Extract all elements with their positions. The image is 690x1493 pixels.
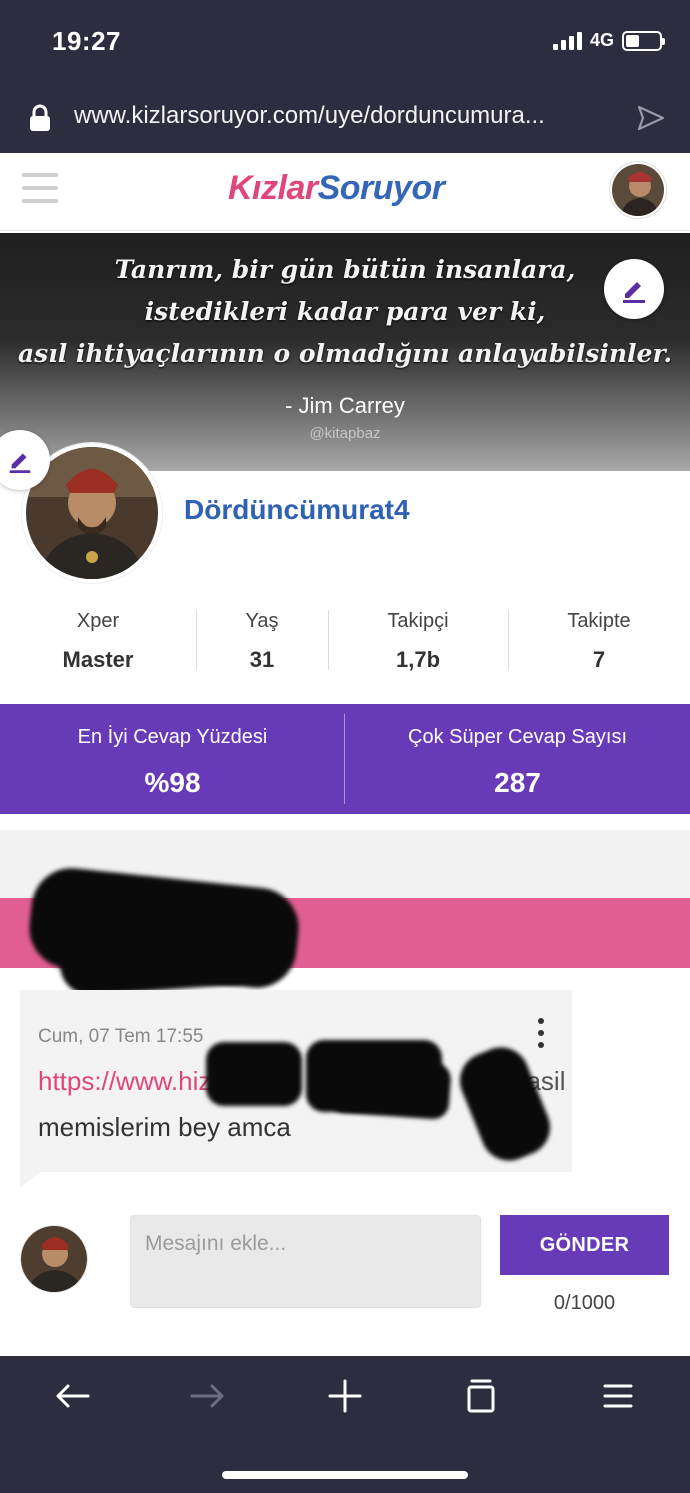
message-time: Cum, 07 Tem 17:55 — [38, 1026, 204, 1047]
divider — [344, 714, 345, 804]
char-counter: 0/1000 — [553, 1292, 616, 1314]
divider — [328, 610, 329, 670]
stat-label: Takipçi — [387, 610, 449, 632]
logo-part1: Kızlar — [228, 169, 318, 207]
stat-xper: Xper Master — [0, 606, 196, 672]
message-input[interactable] — [130, 1215, 481, 1308]
divider — [508, 610, 509, 670]
battery-icon — [622, 30, 665, 51]
redaction-scribble — [328, 1055, 452, 1121]
signal-icon — [552, 31, 582, 50]
highlight-value: 287 — [494, 767, 541, 798]
cover-handle: @kitapbaz — [309, 425, 381, 442]
best-answer-rate: En İyi Cevap Yüzdesi %98 — [0, 704, 345, 814]
menu-icon[interactable] — [22, 173, 58, 205]
user-avatar[interactable] — [610, 162, 666, 218]
send-icon[interactable] — [636, 104, 666, 132]
url-text[interactable]: www.kizlarsoruyor.com/uye/dorduncumura..… — [74, 102, 614, 130]
divider — [196, 610, 197, 670]
stat-value: 7 — [592, 647, 606, 672]
stat-following[interactable]: Takipte 7 — [508, 606, 690, 672]
stat-label: Xper — [76, 610, 120, 632]
message-link[interactable]: https://www.hizli — [38, 1066, 223, 1097]
stat-value: 1,7b — [395, 647, 441, 672]
lock-icon — [30, 104, 50, 131]
stat-value: 31 — [249, 647, 275, 672]
redaction-scribble — [206, 1042, 302, 1106]
tabs-button[interactable] — [451, 1374, 511, 1418]
pencil-icon — [9, 453, 31, 474]
stat-label: Yaş — [245, 610, 279, 632]
message-bubble-tail — [20, 1172, 40, 1188]
site-logo[interactable]: KızlarSoruyor — [228, 169, 445, 208]
cover-author: - Jim Carrey — [285, 393, 405, 418]
message-text: memislerim bey amca — [38, 1112, 291, 1142]
pencil-icon — [623, 282, 645, 303]
network-type: 4G — [589, 30, 614, 50]
home-indicator — [222, 1471, 468, 1479]
send-button[interactable]: GÖNDER — [500, 1215, 669, 1275]
cover-quote-line1: Tanrım, bir gün bütün insanlara, — [114, 255, 576, 284]
edit-cover-button[interactable] — [604, 259, 664, 319]
forward-button[interactable] — [178, 1374, 238, 1418]
arrow-right-icon — [190, 1384, 224, 1408]
browser-chrome-top: 19:27 4G www.kizlarsoruyor.com/uye/dordu… — [0, 0, 690, 153]
answer-highlights: En İyi Cevap Yüzdesi %98 Çok Süper Cevap… — [0, 704, 690, 814]
stat-followers[interactable]: Takipçi 1,7b — [328, 606, 508, 672]
profile-username: Dördüncümurat4 — [184, 494, 410, 525]
cover-quote-line2: istedikleri kadar para ver ki, — [144, 297, 546, 326]
redaction-scribble — [58, 923, 262, 997]
arrow-left-icon — [56, 1384, 90, 1408]
browser-toolbar — [0, 1356, 690, 1493]
status-time: 19:27 — [52, 26, 121, 56]
plus-icon — [328, 1379, 362, 1413]
profile-stats: Xper Master Yaş 31 Takipçi 1,7b Takipte … — [0, 606, 690, 672]
cover-image: Tanrım, bir gün bütün insanlara, istedik… — [0, 233, 690, 471]
back-button[interactable] — [42, 1374, 102, 1418]
highlight-value: %98 — [144, 767, 201, 798]
logo-part2: Soruyor — [317, 169, 445, 207]
address-bar[interactable]: www.kizlarsoruyor.com/uye/dorduncumura..… — [0, 90, 690, 146]
stat-value: Master — [62, 647, 134, 672]
status-indicators: 4G — [552, 30, 665, 51]
highlight-label: Çok Süper Cevap Sayısı — [408, 726, 627, 748]
tabs-icon — [467, 1379, 495, 1413]
super-answer-count: Çok Süper Cevap Sayısı 287 — [345, 704, 690, 814]
stat-label: Takipte — [567, 610, 631, 632]
composer-avatar — [20, 1225, 88, 1293]
more-options-icon[interactable] — [538, 1018, 546, 1048]
cover-quote-line3: asıl ihtiyaçlarının o olmadığını anlayab… — [17, 339, 673, 368]
menu-icon — [603, 1384, 633, 1408]
highlight-label: En İyi Cevap Yüzdesi — [77, 726, 268, 748]
new-tab-button[interactable] — [315, 1374, 375, 1418]
stat-age: Yaş 31 — [196, 606, 328, 672]
menu-button[interactable] — [588, 1374, 648, 1418]
site-header: KızlarSoruyor — [0, 153, 690, 231]
